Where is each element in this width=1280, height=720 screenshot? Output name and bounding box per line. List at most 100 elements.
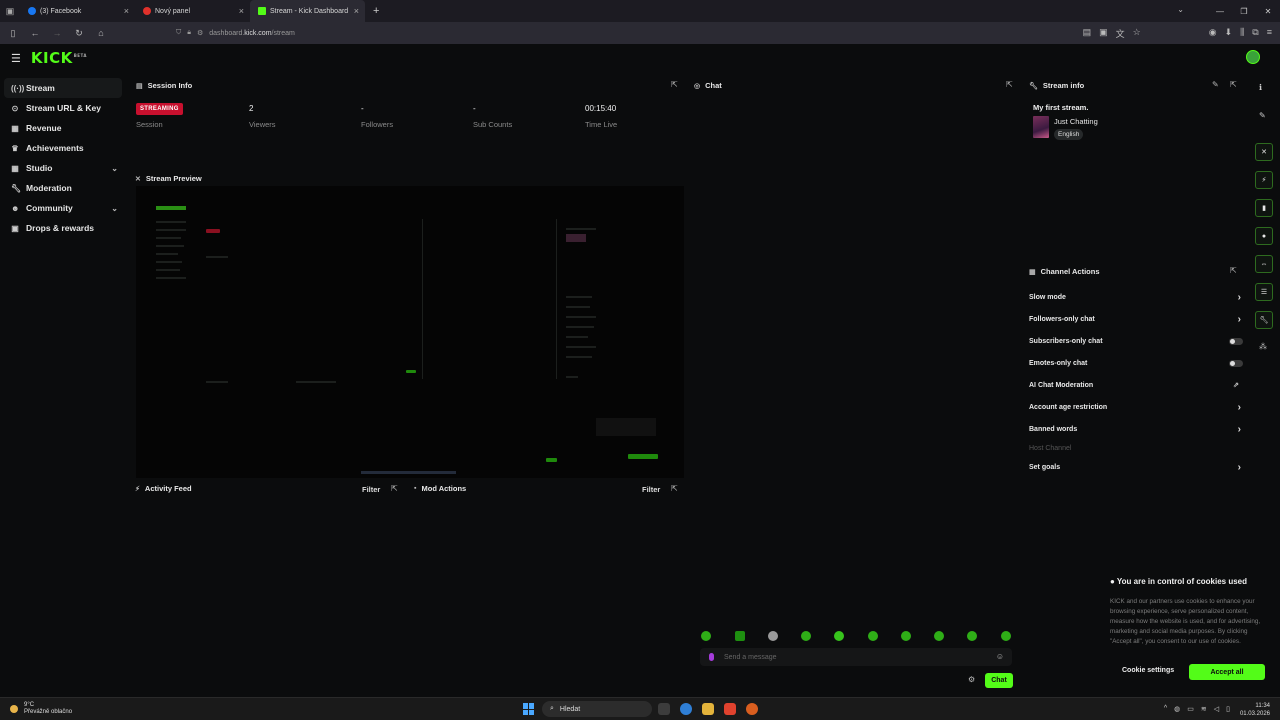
chevron-down-icon[interactable]: ⌄ — [111, 204, 118, 213]
kick-logo[interactable]: KICKBETA — [31, 49, 87, 67]
forward-icon[interactable]: → — [50, 28, 64, 38]
chevron-up-icon[interactable]: ^ — [1164, 705, 1167, 713]
bookmark-star-icon[interactable]: ☆ — [1133, 27, 1141, 40]
subscribers-only-row[interactable]: Subscribers-only chat — [1029, 334, 1249, 348]
keyboard-icon[interactable]: ▭ — [1187, 705, 1194, 713]
clipboard-icon[interactable]: ▮ — [1255, 199, 1273, 217]
extensions-icon[interactable]: ⧉ — [1252, 27, 1258, 40]
windows-start-icon[interactable] — [523, 703, 535, 715]
reader-icon[interactable]: ▤ — [1083, 27, 1092, 40]
sidebar-item-stream-url-key[interactable]: ⊙ Stream URL & Key — [0, 98, 126, 118]
chat-bubble-icon[interactable]: ● — [1255, 227, 1273, 245]
popout-icon[interactable]: ⇱ — [671, 484, 678, 493]
sidebar-item-achievements[interactable]: ♛ Achievements — [0, 138, 126, 158]
home-icon[interactable]: ⌂ — [94, 28, 108, 38]
task-view-icon[interactable] — [658, 703, 670, 715]
activity-filter-button[interactable]: Filter — [362, 485, 380, 494]
layers-icon[interactable]: ☰ — [1255, 283, 1273, 301]
ai-moderation-row[interactable]: AI Chat Moderation ⇗ — [1029, 378, 1249, 392]
tune-icon[interactable]: ⚙ — [197, 29, 203, 37]
popout-icon[interactable]: ⇱ — [1006, 80, 1013, 89]
subscribers-only-toggle[interactable] — [1229, 337, 1243, 345]
emote-icon[interactable] — [1001, 631, 1011, 641]
close-window-icon[interactable]: ✕ — [1256, 7, 1280, 16]
emote-icon[interactable] — [967, 631, 977, 641]
category-name[interactable]: Just Chatting — [1054, 117, 1098, 126]
wifi-icon[interactable]: ≋ — [1201, 705, 1207, 713]
emote-icon[interactable] — [735, 631, 745, 641]
emote-icon[interactable] — [868, 631, 878, 641]
sidebar-item-studio[interactable]: ▦ Studio ⌄ — [0, 158, 126, 178]
banned-words-row[interactable]: Banned words › — [1029, 422, 1249, 436]
chevron-right-icon[interactable]: › — [1238, 402, 1241, 413]
popout-icon[interactable]: ⇱ — [1230, 80, 1237, 89]
firefox-icon[interactable] — [746, 703, 758, 715]
slow-mode-row[interactable]: Slow mode › — [1029, 290, 1249, 304]
mod-filter-button[interactable]: Filter — [642, 485, 660, 494]
library-icon[interactable]: ⫼ — [1240, 27, 1244, 40]
file-explorer-icon[interactable] — [702, 703, 714, 715]
info-icon[interactable]: ℹ — [1259, 83, 1262, 92]
tab-facebook[interactable]: (3) Facebook × — [20, 0, 135, 22]
set-goals-row[interactable]: Set goals › — [1029, 460, 1249, 474]
screenshot-icon[interactable]: ▣ — [1099, 27, 1108, 40]
emoji-picker-icon[interactable]: ☺ — [996, 652, 1004, 661]
translate-icon[interactable]: 文 — [1116, 27, 1125, 40]
minimize-icon[interactable]: — — [1208, 7, 1232, 16]
accept-all-button[interactable]: Accept all — [1189, 664, 1265, 680]
sidebar-item-community[interactable]: ☻ Community ⌄ — [0, 198, 126, 218]
tab-list-icon[interactable]: ▣ — [0, 6, 20, 17]
chevron-down-icon[interactable]: ⌄ — [1177, 5, 1184, 14]
lightning-icon[interactable]: ⚡︎ — [1255, 171, 1273, 189]
battery-icon[interactable]: ▯ — [1226, 705, 1230, 713]
network-icon[interactable]: ◍ — [1174, 705, 1180, 713]
chat-message-input[interactable]: Send a message ☺ — [700, 648, 1012, 666]
chevron-right-icon[interactable]: › — [1238, 424, 1241, 435]
sidebar-toggle-icon[interactable]: ▯ — [6, 28, 20, 39]
emote-icon[interactable] — [834, 631, 844, 641]
lock-icon[interactable]: 🔒︎ — [187, 29, 191, 37]
clock[interactable]: 11:34 01.03.2026 — [1240, 702, 1270, 718]
address-bar[interactable]: ⛉ 🔒︎ ⚙ dashboard.kick.com/stream — [176, 29, 295, 37]
emote-icon[interactable] — [768, 631, 778, 641]
chevron-right-icon[interactable]: › — [1238, 314, 1241, 325]
account-icon[interactable]: ◉ — [1209, 27, 1217, 40]
popout-icon[interactable]: ⇱ — [391, 484, 398, 493]
reload-icon[interactable]: ↻ — [72, 28, 86, 39]
emotes-only-row[interactable]: Emotes-only chat — [1029, 356, 1249, 370]
brave-icon[interactable] — [724, 703, 736, 715]
menu-icon[interactable]: ≡ — [1267, 27, 1272, 40]
popout-icon[interactable]: ⇱ — [671, 80, 678, 89]
add-widget-icon[interactable]: ⁂ — [1259, 342, 1267, 351]
emote-icon[interactable] — [934, 631, 944, 641]
emotes-only-toggle[interactable] — [1229, 359, 1243, 367]
edit-pencil-icon[interactable]: ✎ — [1259, 111, 1266, 120]
sidebar-item-revenue[interactable]: ▦ Revenue — [0, 118, 126, 138]
avatar[interactable] — [1246, 50, 1260, 64]
emote-icon[interactable] — [901, 631, 911, 641]
chevron-down-icon[interactable]: ⌄ — [111, 164, 118, 173]
emote-icon[interactable] — [801, 631, 811, 641]
new-tab-button[interactable]: + — [373, 5, 379, 17]
close-tab-icon[interactable]: × — [124, 6, 129, 16]
followers-only-row[interactable]: Followers-only chat › — [1029, 312, 1249, 326]
maximize-icon[interactable]: ❐ — [1232, 7, 1256, 16]
gear-icon[interactable]: ⚙ — [968, 675, 975, 684]
external-link-icon[interactable]: ⇗ — [1233, 381, 1239, 389]
popout-icon[interactable]: ⇱ — [1230, 266, 1237, 275]
taskbar-search[interactable]: ⌕ Hledat — [542, 701, 652, 717]
edit-pencil-icon[interactable]: ✎ — [1212, 80, 1219, 89]
microphone-icon[interactable] — [709, 653, 714, 661]
volume-icon[interactable]: ◁ — [1214, 705, 1219, 713]
chevron-right-icon[interactable]: › — [1238, 292, 1241, 303]
stream-preview-video[interactable] — [136, 186, 684, 478]
close-tab-icon[interactable]: × — [354, 6, 359, 16]
downloads-icon[interactable]: ⬇ — [1225, 27, 1233, 40]
hamburger-menu-icon[interactable]: ☰ — [11, 52, 21, 65]
link-icon[interactable]: ⇔ — [1255, 255, 1273, 273]
account-age-row[interactable]: Account age restriction › — [1029, 400, 1249, 414]
weather-widget[interactable]: 9°C Převážně oblačno — [10, 702, 72, 716]
shield-icon[interactable]: ⛉ — [176, 29, 181, 37]
sidebar-item-stream[interactable]: ((·)) Stream — [4, 78, 122, 98]
sidebar-item-drops-rewards[interactable]: ▣ Drops & rewards — [0, 218, 126, 238]
